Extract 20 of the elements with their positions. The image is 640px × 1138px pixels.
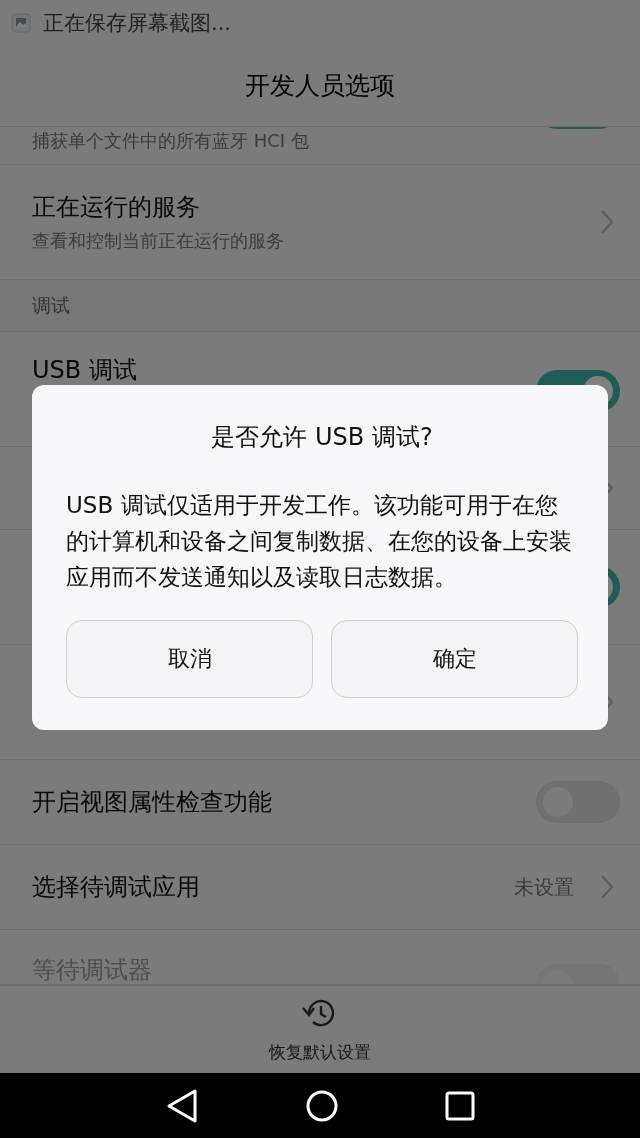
image-icon: [11, 12, 31, 33]
setting-subtitle: 查看和控制当前正在运行的服务: [32, 229, 285, 253]
section-header: 调试: [32, 292, 70, 318]
dialog-button[interactable]: 确定: [331, 620, 578, 698]
screen-title: 开发人员选项: [245, 70, 395, 102]
setting-title: USB 调试: [32, 355, 138, 386]
notification-text: 正在保存屏幕截图...: [43, 9, 232, 37]
recents-icon[interactable]: [445, 1090, 475, 1121]
chevron-right-icon[interactable]: [600, 209, 614, 235]
setting-subtitle: 捕获单个文件中的所有蓝牙 HCI 包: [32, 129, 310, 153]
setting-title: 选择待调试应用: [32, 872, 201, 903]
setting-title: 正在运行的服务: [32, 192, 201, 223]
setting-value: 未设置: [514, 873, 574, 901]
home-icon[interactable]: [305, 1088, 339, 1123]
setting-title: 开启视图属性检查功能: [32, 787, 273, 818]
dialog-button[interactable]: 取消: [66, 620, 313, 698]
chevron-right-icon[interactable]: [600, 874, 614, 900]
back-icon[interactable]: [165, 1087, 199, 1124]
dialog-message: USB 调试仅适用于开发工作。该功能可用于在您的计算机和设备之间复制数据、在您的设备上安装应用而不发送通知以及读取日志数据。: [66, 491, 573, 592]
dialog-title: 是否允许 USB 调试?: [210, 422, 434, 453]
